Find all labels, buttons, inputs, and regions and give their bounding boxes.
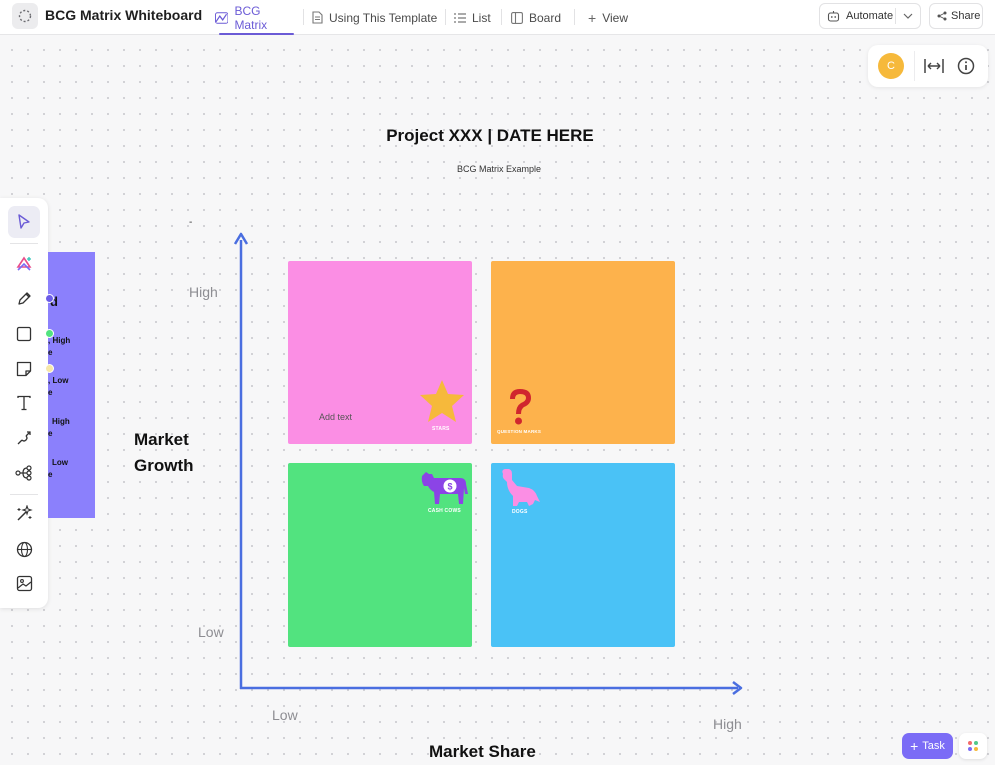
x-axis-title: Market Share — [429, 742, 536, 761]
dog-icon[interactable] — [499, 468, 541, 508]
cow-icon[interactable]: $ — [420, 470, 470, 508]
x-axis-high-label: High — [713, 716, 742, 732]
add-task-button[interactable]: + Task — [902, 733, 953, 759]
apps-button[interactable] — [959, 733, 987, 759]
x-axis-low-label: Low — [272, 707, 298, 723]
y-axis-title-line: Growth — [134, 456, 194, 475]
y-axis-low-label: Low — [198, 624, 224, 640]
stars-label: STARS — [432, 426, 450, 432]
question-marks-label: QUESTION MARKS — [497, 429, 542, 434]
y-axis-title-line: Market — [134, 430, 189, 449]
apps-grid-icon — [968, 741, 978, 751]
y-axis-title: Market Growth — [134, 427, 194, 479]
y-axis-high-label: High — [189, 284, 218, 300]
task-label: Task — [922, 740, 945, 752]
add-text-placeholder[interactable]: Add text — [319, 412, 352, 422]
plus-icon: + — [910, 738, 919, 754]
question-mark-icon[interactable] — [505, 387, 535, 427]
dogs-label: DOGS — [512, 509, 528, 515]
cash-cows-label: CASH COWS — [428, 508, 461, 514]
star-icon[interactable] — [418, 378, 466, 424]
svg-text:$: $ — [447, 482, 452, 492]
